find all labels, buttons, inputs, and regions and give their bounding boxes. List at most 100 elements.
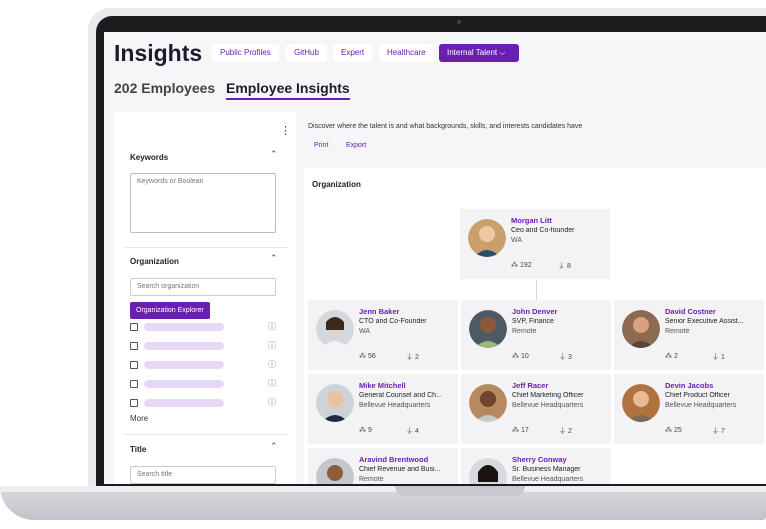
person-name[interactable]: John Denver — [512, 307, 557, 316]
title-search-input[interactable]: Search title — [130, 466, 276, 484]
keywords-heading: Keywords — [130, 153, 169, 162]
person-role: Chief Marketing Officer — [512, 392, 584, 399]
org-stat-direct: ⏚ 2 — [406, 354, 419, 361]
org-stat-total: ⁂ 25 — [665, 427, 682, 434]
info-icon[interactable]: ⓘ — [268, 321, 276, 332]
org-filter-row[interactable]: ⓘ — [130, 360, 280, 370]
person-location: Bellevue Headquarters — [512, 402, 584, 409]
avatar — [469, 384, 507, 422]
tab-employee-insights[interactable]: Employee Insights — [226, 80, 350, 100]
tab-employees[interactable]: 202 Employees — [114, 80, 215, 96]
person-name[interactable]: Morgan Litt — [511, 216, 552, 225]
org-stat-direct: ⏚ 7 — [712, 428, 725, 435]
organization-explorer-button[interactable]: Organization Explorer — [130, 302, 210, 319]
organization-heading: Organization — [130, 257, 179, 266]
camera-icon — [457, 20, 461, 24]
checkbox[interactable] — [130, 323, 138, 331]
person-location: WA — [359, 328, 371, 335]
info-icon[interactable]: ⓘ — [268, 340, 276, 351]
org-filter-placeholder — [144, 399, 224, 407]
org-card[interactable]: Jenn Baker CTO and Co-Founder WA ⁂ 56 ⏚ … — [308, 300, 458, 370]
checkbox[interactable] — [130, 380, 138, 388]
org-card[interactable]: Mike Mitchell General Counsel and Ch... … — [308, 374, 458, 444]
chevron-up-icon[interactable]: ⌃ — [270, 441, 278, 452]
divider — [124, 247, 288, 248]
org-stat-direct: ⏚ 2 — [559, 428, 572, 435]
org-stat-total: ⁂ 17 — [512, 427, 529, 434]
org-filter-placeholder — [144, 361, 224, 369]
checkbox[interactable] — [130, 399, 138, 407]
org-filter-row[interactable]: ⓘ — [130, 379, 280, 389]
person-role: Sr. Business Manager — [512, 466, 581, 473]
keywords-textarea[interactable]: Keywords or Boolean — [130, 173, 276, 233]
avatar — [622, 384, 660, 422]
org-filter-row[interactable]: ⓘ — [130, 341, 280, 351]
person-location: Bellevue Headquarters — [665, 402, 737, 409]
org-card[interactable]: David Costner Senior Executive Assist...… — [614, 300, 764, 370]
org-filter-placeholder — [144, 323, 224, 331]
avatar — [468, 219, 506, 257]
description-text: Discover where the talent is and what ba… — [308, 123, 583, 130]
org-chart-panel: Organization Morgan Litt Ceo and Co-foun… — [304, 168, 766, 484]
person-location: Bellevue Headquarters — [359, 402, 431, 409]
org-card[interactable]: John Denver SVP, Finance Remote ⁂ 10 ⏚ 3 — [461, 300, 611, 370]
org-stat-total: ⁂ 9 — [359, 427, 372, 434]
person-role: General Counsel and Ch... — [359, 392, 442, 399]
avatar — [316, 458, 354, 484]
checkbox[interactable] — [130, 361, 138, 369]
person-name[interactable]: Devin Jacobs — [665, 381, 713, 390]
avatar — [316, 310, 354, 348]
person-role: CTO and Co-Founder — [359, 318, 427, 325]
avatar — [469, 458, 507, 484]
person-name[interactable]: Aravind Brentwood — [359, 455, 428, 464]
person-name[interactable]: Jeff Racer — [512, 381, 548, 390]
connector-line — [536, 280, 537, 300]
org-card[interactable]: Devin Jacobs Chief Product Officer Belle… — [614, 374, 764, 444]
info-icon[interactable]: ⓘ — [268, 397, 276, 408]
more-link[interactable]: More — [130, 414, 148, 423]
page-title: Insights — [114, 40, 203, 66]
person-role: Senior Executive Assist... — [665, 318, 744, 325]
org-stat-total: ⁂ 56 — [359, 353, 376, 360]
chevron-up-icon[interactable]: ⌃ — [270, 253, 278, 264]
chevron-up-icon[interactable]: ⌃ — [270, 149, 278, 160]
person-name[interactable]: Mike Mitchell — [359, 381, 406, 390]
print-button[interactable]: Print — [314, 142, 328, 149]
org-card[interactable]: Sherry Conway Sr. Business Manager Belle… — [461, 448, 611, 484]
person-name[interactable]: David Costner — [665, 307, 716, 316]
pill-internal-talent[interactable]: Internal Talent ⌵ — [439, 44, 519, 62]
org-card[interactable]: Jeff Racer Chief Marketing Officer Belle… — [461, 374, 611, 444]
export-button[interactable]: Export — [346, 142, 366, 149]
avatar — [622, 310, 660, 348]
avatar — [469, 310, 507, 348]
org-card[interactable]: Morgan Litt Ceo and Co-founder WA ⁂ 192 … — [460, 209, 610, 279]
pill-expert[interactable]: Expert — [333, 44, 373, 62]
person-location: Remote — [665, 328, 690, 335]
org-stat-total: ⁂ 2 — [665, 353, 678, 360]
info-icon[interactable]: ⓘ — [268, 378, 276, 389]
insights-content: Discover where the talent is and what ba… — [304, 112, 766, 484]
person-name[interactable]: Sherry Conway — [512, 455, 567, 464]
divider — [124, 434, 288, 435]
person-role: SVP, Finance — [512, 318, 554, 325]
laptop-notch — [395, 486, 525, 496]
pill-healthcare[interactable]: Healthcare — [379, 44, 434, 62]
kebab-menu-icon[interactable]: ⋮ — [280, 124, 291, 137]
org-stat-total: ⁂ 10 — [512, 353, 529, 360]
org-stat-total: ⁂ 192 — [511, 262, 532, 269]
info-icon[interactable]: ⓘ — [268, 359, 276, 370]
org-card[interactable]: Aravind Brentwood Chief Revenue and Busi… — [308, 448, 458, 484]
pill-public-profiles[interactable]: Public Profiles — [212, 44, 279, 62]
organization-search-input[interactable]: Search organization — [130, 278, 276, 296]
person-role: Chief Product Officer — [665, 392, 730, 399]
person-location: Bellevue Headquarters — [512, 476, 584, 483]
filter-sidebar: ⋮ Keywords ⌃ Keywords or Boolean Organiz… — [114, 112, 296, 484]
org-stat-direct: ⏚ 8 — [558, 263, 571, 270]
org-filter-row[interactable]: ⓘ — [130, 398, 280, 408]
person-role: Ceo and Co-founder — [511, 227, 575, 234]
pill-github[interactable]: GitHub — [286, 44, 327, 62]
avatar — [316, 384, 354, 422]
org-filter-row[interactable]: ⓘ — [130, 322, 280, 332]
checkbox[interactable] — [130, 342, 138, 350]
person-name[interactable]: Jenn Baker — [359, 307, 399, 316]
